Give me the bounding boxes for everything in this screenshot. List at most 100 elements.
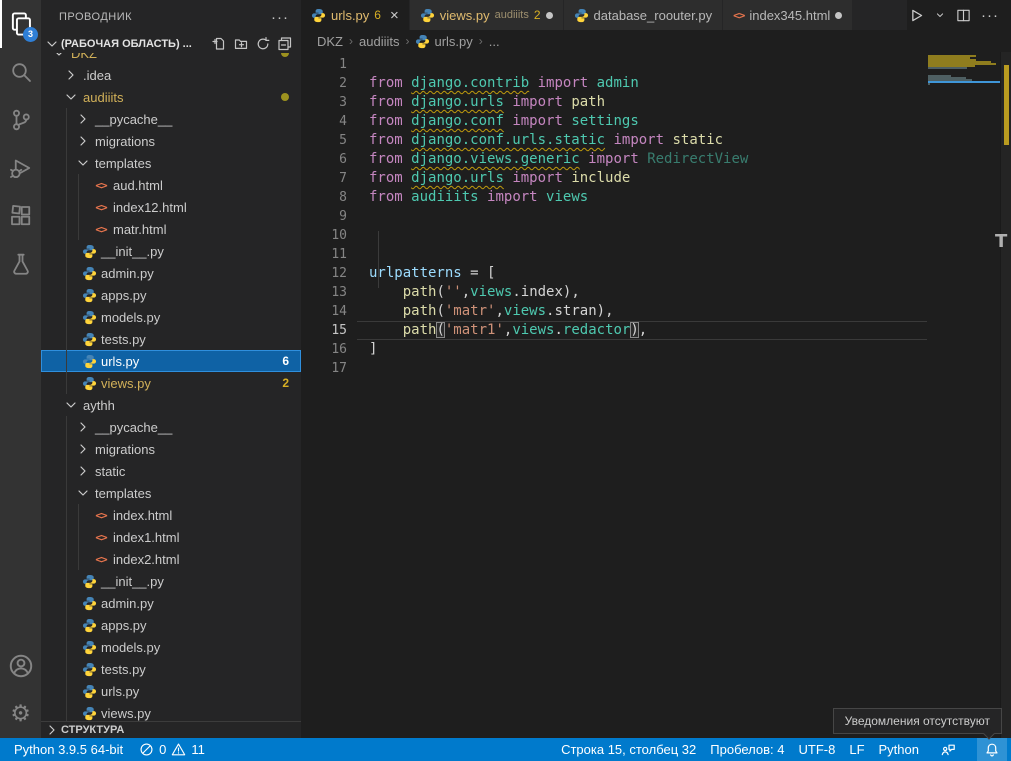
code-line-14[interactable]: 14 path('matr',views.stran), — [301, 302, 1011, 321]
minimap[interactable] — [928, 53, 998, 173]
code-line-10[interactable]: 10 — [301, 226, 1011, 245]
tree-item-matr.html[interactable]: <>matr.html — [41, 218, 301, 240]
new-folder-icon[interactable] — [233, 36, 249, 52]
tree-item-views.py[interactable]: views.py2 — [41, 372, 301, 394]
tree-item-index12.html[interactable]: <>index12.html — [41, 196, 301, 218]
status-indentation[interactable]: Пробелов: 4 — [710, 742, 784, 757]
run-dropdown-chevron-icon[interactable] — [934, 9, 946, 21]
line-number[interactable]: 5 — [301, 131, 347, 150]
outline-section-header[interactable]: СТРУКТУРА — [41, 721, 301, 738]
line-number[interactable]: 10 — [301, 226, 347, 245]
status-cursor-position[interactable]: Строка 15, столбец 32 — [561, 742, 696, 757]
tree-item-urls.py[interactable]: urls.py6 — [41, 350, 301, 372]
tree-item-migrations[interactable]: migrations — [41, 130, 301, 152]
tree-item-__init__.py[interactable]: __init__.py — [41, 240, 301, 262]
tree-item-aud.html[interactable]: <>aud.html — [41, 174, 301, 196]
tree-item-models.py[interactable]: models.py — [41, 636, 301, 658]
tree-item-index2.html[interactable]: <>index2.html — [41, 548, 301, 570]
tree-item-static[interactable]: static — [41, 460, 301, 482]
tree-item-.idea[interactable]: .idea — [41, 64, 301, 86]
tree-item-tests.py[interactable]: tests.py — [41, 658, 301, 680]
activity-search-button[interactable] — [0, 48, 41, 96]
activity-extensions-button[interactable] — [0, 192, 41, 240]
status-feedback[interactable] — [933, 738, 963, 761]
tree-item-apps.py[interactable]: apps.py — [41, 614, 301, 636]
code-line-4[interactable]: 4from django.conf import settings — [301, 112, 1011, 131]
tree-item-audiiits[interactable]: audiiits — [41, 86, 301, 108]
line-number[interactable]: 11 — [301, 245, 347, 264]
code-line-5[interactable]: 5from django.conf.urls.static import sta… — [301, 131, 1011, 150]
tree-item-templates[interactable]: templates — [41, 482, 301, 504]
code-line-6[interactable]: 6from django.views.generic import Redire… — [301, 150, 1011, 169]
code-line-3[interactable]: 3from django.urls import path — [301, 93, 1011, 112]
run-button[interactable] — [907, 7, 924, 24]
line-number[interactable]: 6 — [301, 150, 347, 169]
activity-explorer-button[interactable]: 3 — [0, 0, 41, 48]
code-line-8[interactable]: 8from audiiits import views — [301, 188, 1011, 207]
line-number[interactable]: 14 — [301, 302, 347, 321]
editor-more-actions-icon[interactable]: ··· — [981, 7, 999, 24]
code-editor[interactable]: 12from django.contrib import admin3from … — [301, 52, 1011, 738]
line-number[interactable]: 4 — [301, 112, 347, 131]
activity-source-control-button[interactable] — [0, 96, 41, 144]
line-number[interactable]: 1 — [301, 55, 347, 74]
tree-item-migrations[interactable]: migrations — [41, 438, 301, 460]
code-line-9[interactable]: 9 — [301, 207, 1011, 226]
tree-item-__pycache__[interactable]: __pycache__ — [41, 416, 301, 438]
tree-item-index1.html[interactable]: <>index1.html — [41, 526, 301, 548]
line-number[interactable]: 9 — [301, 207, 347, 226]
tree-item-tests.py[interactable]: tests.py — [41, 328, 301, 350]
tree-item-urls.py[interactable]: urls.py — [41, 680, 301, 702]
tab-database_roouter.py[interactable]: database_roouter.py — [564, 0, 724, 30]
activity-settings-button[interactable]: ⚙ — [0, 690, 41, 738]
code-line-13[interactable]: 13 path('',views.index), — [301, 283, 1011, 302]
tree-item-templates[interactable]: templates — [41, 152, 301, 174]
line-number[interactable]: 16 — [301, 340, 347, 359]
scrollbar[interactable] — [1000, 52, 1011, 738]
status-problems[interactable]: 011 — [139, 742, 205, 757]
workspace-section-header[interactable]: (РАБОЧАЯ ОБЛАСТЬ) ... — [41, 34, 301, 53]
tab-urls.py[interactable]: urls.py6× — [301, 0, 410, 30]
tree-item-index.html[interactable]: <>index.html — [41, 504, 301, 526]
line-number[interactable]: 2 — [301, 74, 347, 93]
code-line-12[interactable]: 12urlpatterns = [ — [301, 264, 1011, 283]
line-number[interactable]: 3 — [301, 93, 347, 112]
refresh-icon[interactable] — [255, 36, 271, 52]
activity-run-and-debug-button[interactable] — [0, 144, 41, 192]
code-line-11[interactable]: 11 — [301, 245, 1011, 264]
breadcrumb-item-DKZ[interactable]: DKZ — [317, 34, 343, 49]
line-number[interactable]: 15 — [301, 321, 347, 340]
code-line-7[interactable]: 7from django.urls import include — [301, 169, 1011, 188]
tab-views.py[interactable]: views.pyaudiiits2 — [410, 0, 564, 30]
breadcrumb-item-audiiits[interactable]: audiiits — [359, 34, 399, 49]
line-number[interactable]: 12 — [301, 264, 347, 283]
close-icon[interactable]: × — [390, 8, 399, 23]
code-line-1[interactable]: 1 — [301, 55, 1011, 74]
split-editor-button[interactable] — [956, 8, 971, 23]
activity-testing-button[interactable] — [0, 240, 41, 288]
tree-item-aythh[interactable]: aythh — [41, 394, 301, 416]
tree-item-models.py[interactable]: models.py — [41, 306, 301, 328]
tree-item-apps.py[interactable]: apps.py — [41, 284, 301, 306]
collapse-all-icon[interactable] — [277, 36, 293, 52]
tree-item-__init__.py[interactable]: __init__.py — [41, 570, 301, 592]
line-number[interactable]: 7 — [301, 169, 347, 188]
breadcrumb-item-urls.py[interactable]: urls.py — [415, 34, 472, 49]
line-number[interactable]: 13 — [301, 283, 347, 302]
tab-index345.html[interactable]: <>index345.html — [723, 0, 853, 30]
tree-item-admin.py[interactable]: admin.py — [41, 592, 301, 614]
tree-item-admin.py[interactable]: admin.py — [41, 262, 301, 284]
code-line-17[interactable]: 17 — [301, 359, 1011, 378]
status-bell[interactable] — [977, 738, 1007, 761]
breadcrumb-symbol-tail[interactable]: ... — [489, 34, 500, 49]
tree-item-views.py[interactable]: views.py — [41, 702, 301, 721]
tree-item-__pycache__[interactable]: __pycache__ — [41, 108, 301, 130]
status-language-mode[interactable]: Python — [879, 742, 919, 757]
line-number[interactable]: 8 — [301, 188, 347, 207]
status-encoding[interactable]: UTF-8 — [799, 742, 836, 757]
new-file-icon[interactable] — [211, 36, 227, 52]
activity-account-button[interactable] — [0, 642, 41, 690]
status-python-interpreter[interactable]: Python 3.9.5 64-bit — [14, 742, 123, 757]
tree-item-DKZ[interactable]: DKZ — [41, 53, 301, 64]
code-line-16[interactable]: 16] — [301, 340, 1011, 359]
